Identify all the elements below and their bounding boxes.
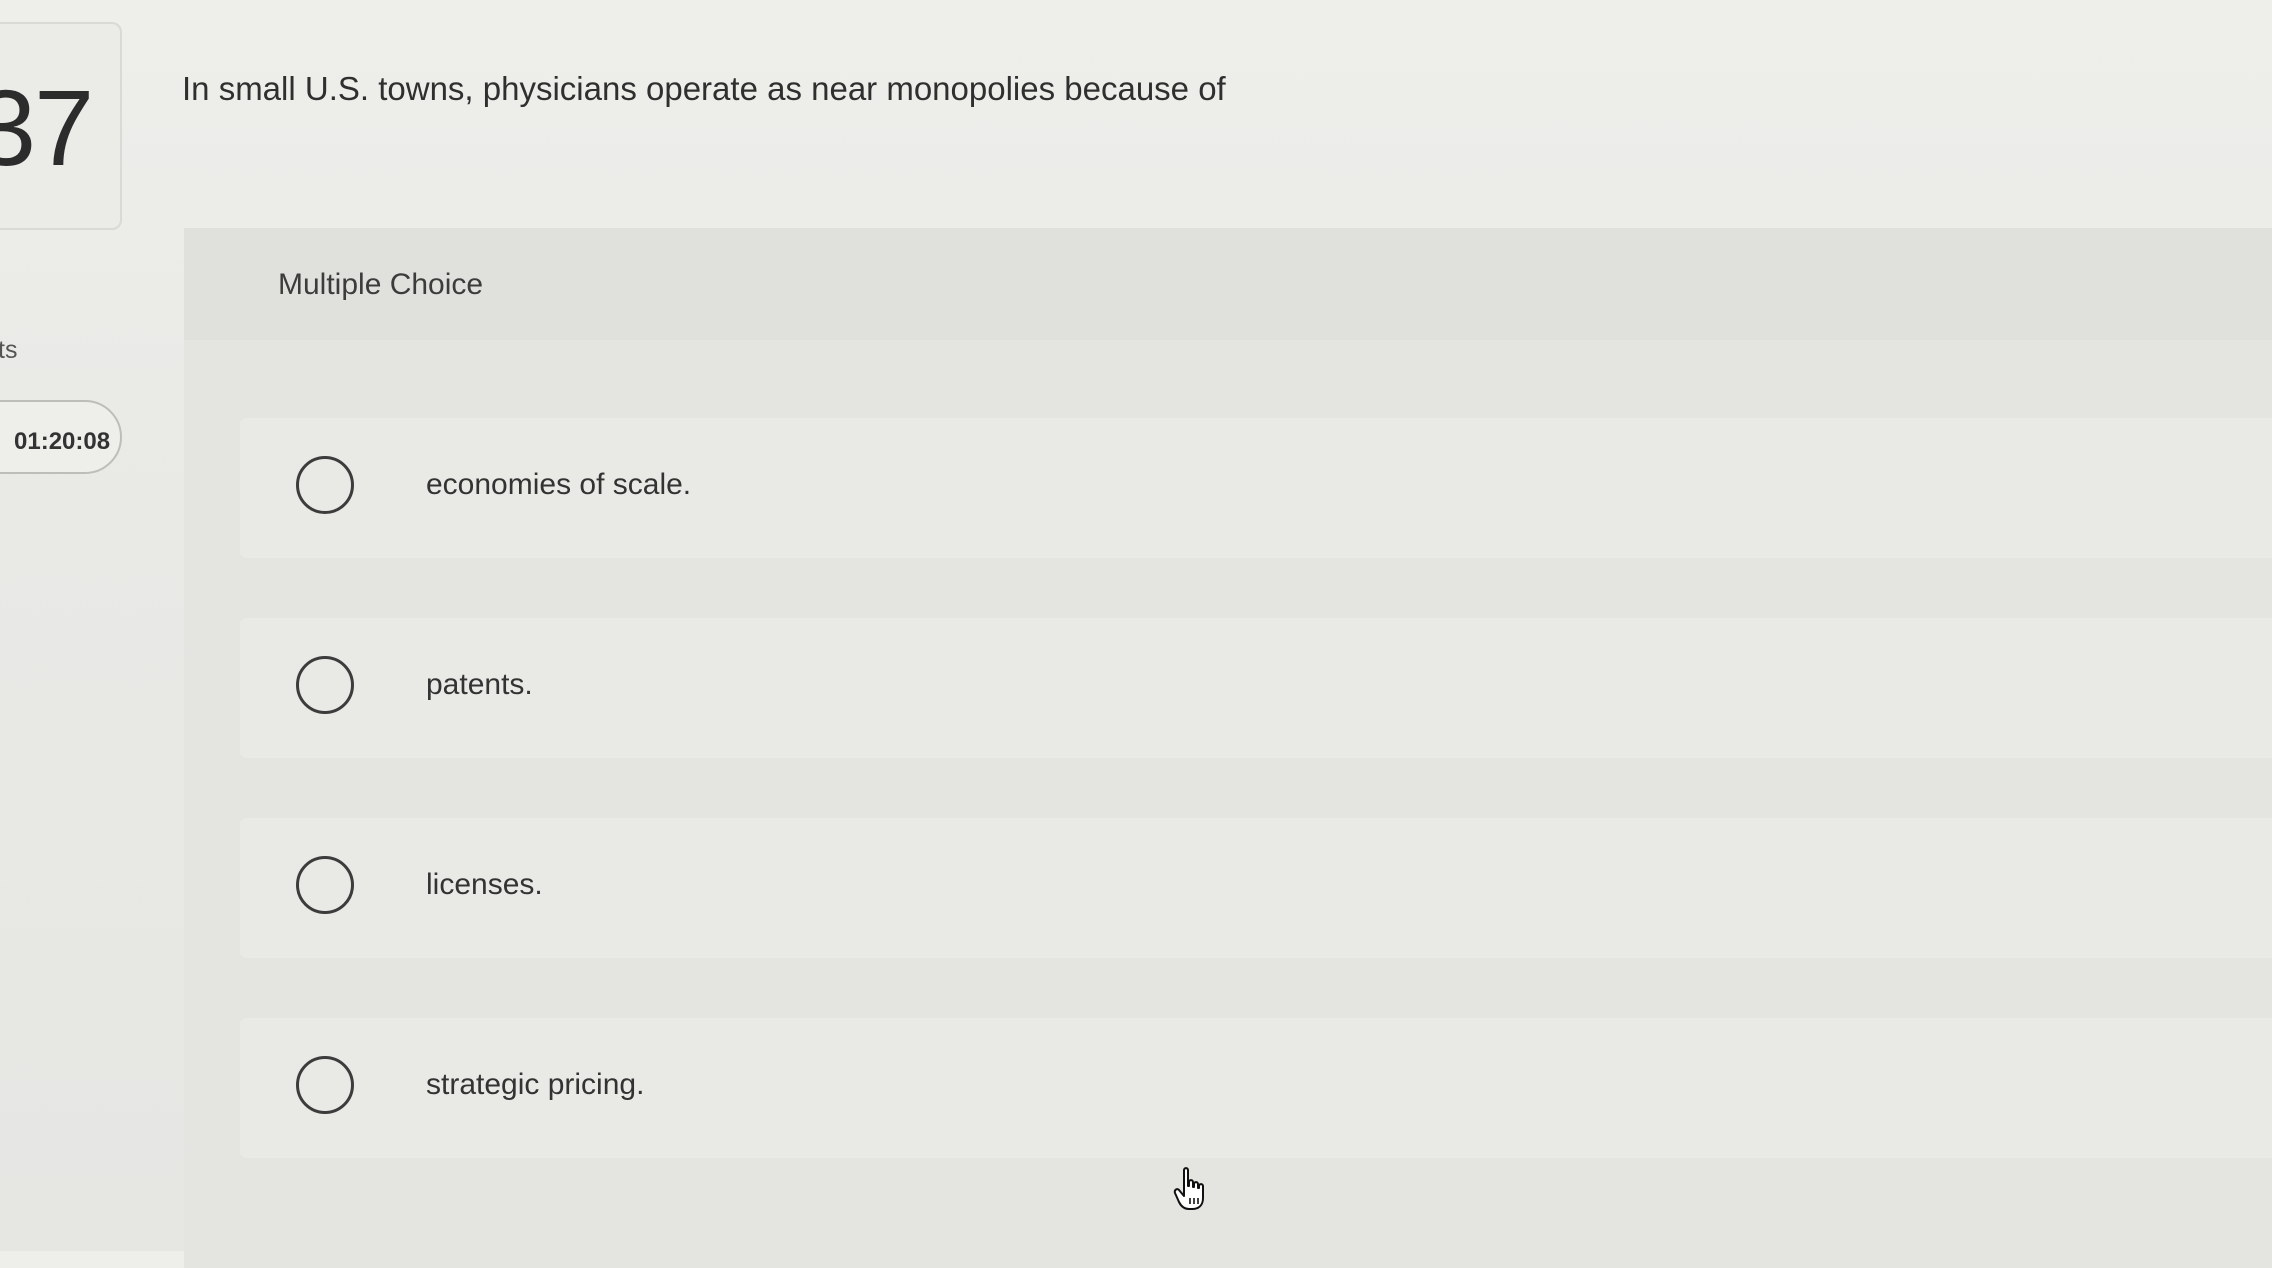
- choice-label: patents.: [426, 668, 533, 701]
- choice-option-b[interactable]: patents.: [240, 618, 2272, 758]
- radio-button[interactable]: [296, 856, 354, 914]
- choice-label: licenses.: [426, 868, 543, 901]
- points-label: ts: [0, 336, 18, 364]
- radio-button[interactable]: [296, 656, 354, 714]
- timer: 01:20:08: [14, 428, 111, 455]
- radio-button[interactable]: [296, 456, 354, 514]
- choice-option-d[interactable]: strategic pricing.: [240, 1018, 2272, 1158]
- question-prompt: In small U.S. towns, physicians operate …: [182, 70, 1226, 107]
- radio-button[interactable]: [296, 1056, 354, 1114]
- hand-pointer-icon: [1173, 1167, 1204, 1210]
- choice-option-c[interactable]: licenses.: [240, 818, 2272, 958]
- choice-label: economies of scale.: [426, 468, 692, 501]
- answer-panel-header: [184, 228, 2272, 340]
- question-number: 37: [0, 67, 94, 188]
- question-type-label: Multiple Choice: [278, 268, 484, 301]
- choice-label: strategic pricing.: [426, 1068, 645, 1101]
- choice-option-a[interactable]: economies of scale.: [240, 418, 2272, 558]
